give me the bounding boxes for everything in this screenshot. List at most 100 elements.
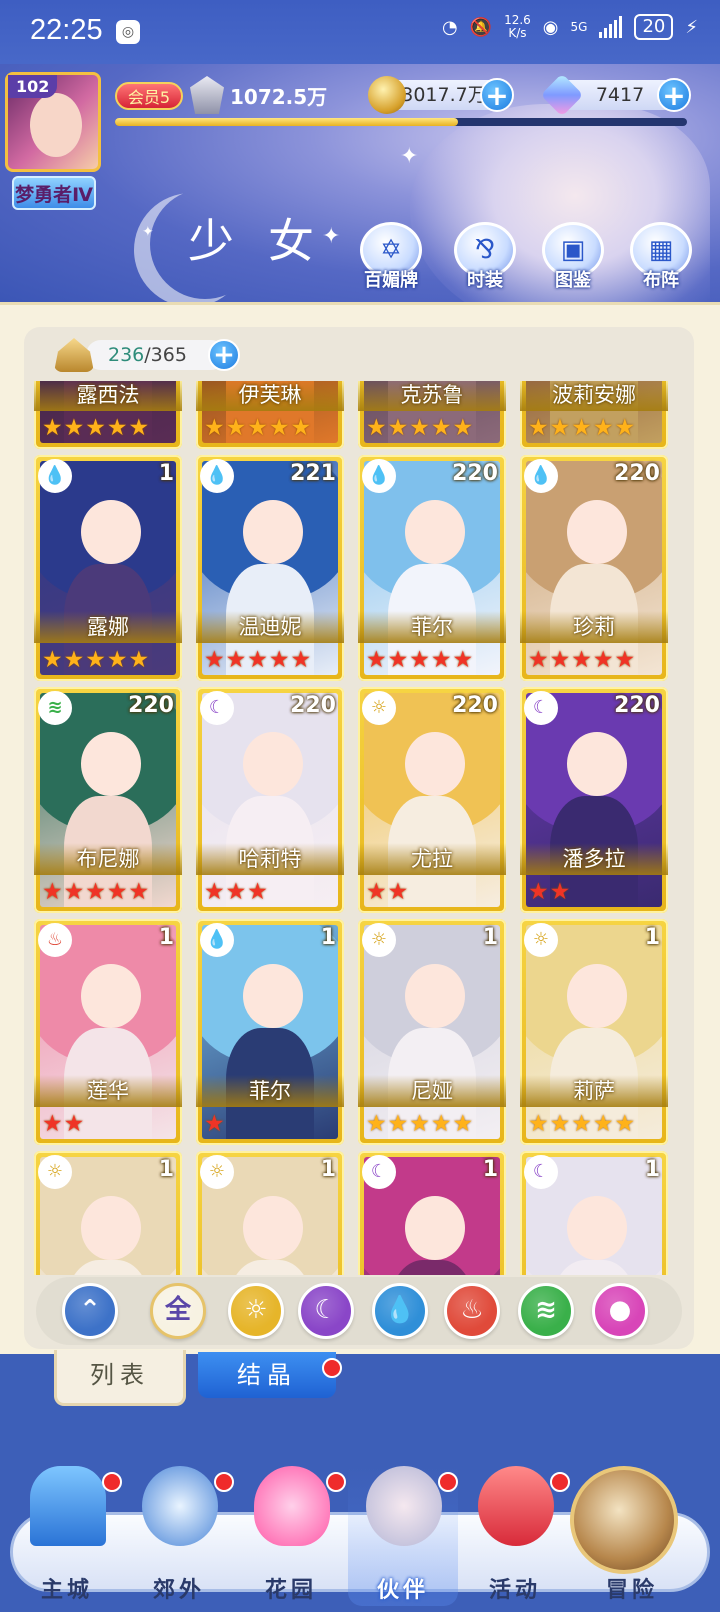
expand-capacity-button[interactable]: + [208,339,240,371]
partner-card[interactable]: ☾ 220 哈莉特 ★ ★ ★ [196,687,344,913]
charm-icon: ● [608,1295,632,1325]
quick-button-gallery[interactable]: ▣ 图鉴 [540,222,606,292]
portrait-face [80,1195,141,1260]
star-icon: ★ [268,647,290,673]
nav-item-5[interactable]: 冒险 [570,1466,682,1606]
partner-name: 莲华 [34,1075,182,1107]
star-icon: ★ [528,879,549,905]
hotspot-icon: ◉ [542,16,559,38]
partner-card[interactable]: 💧 220 珍莉 ★ ★ ★ ★ ★ [520,455,668,681]
filter-wind-button[interactable]: ≋ [518,1283,574,1339]
wind-element-icon: ≋ [38,691,72,725]
quick-button-outfit[interactable]: ⅋ 时装 [452,222,518,292]
partner-panel: 236/365 + 露西法 ★ ★ ★ ★ ★ 伊芙琳 ★ ★ ★ ★ ★ 克苏鲁 ★ ★ ★ ★ ★ 波莉安娜 ★ ★… [0,302,720,1354]
gold-value: 3017.7万 [401,84,487,106]
partner-card[interactable]: ☼ 1 [196,1151,344,1275]
filter-moon-button[interactable]: ☾ [298,1283,354,1339]
star-gate-icon [142,1466,218,1546]
partner-level: 220 [128,693,174,718]
partner-level: 220 [290,693,336,718]
nav-item-1[interactable]: 郊外 [124,1466,234,1606]
star-icon: ★ [366,647,387,673]
partner-name: 潘多拉 [520,843,668,875]
vip-badge[interactable]: 会员5 [115,82,183,110]
collection-count: 236/365 + [54,337,240,373]
star-icon: ★ [204,415,225,441]
partner-card[interactable]: ♨ 1 莲华 ★ ★ [34,919,182,1145]
battery-level: 20 [634,14,674,40]
filter-charm-button[interactable]: ● [592,1283,648,1339]
nav-item-4[interactable]: 活动 [460,1466,570,1606]
sun-element-icon: ☼ [362,923,396,957]
filter-wind-up-button[interactable]: ⌃ [62,1283,118,1339]
partner-card[interactable]: ☾ 1 [358,1151,506,1275]
star-icon: ★ [106,415,128,441]
quick-button-cards[interactable]: ✡ 百媚牌 [358,222,424,292]
partner-card[interactable]: ☼ 1 [34,1151,182,1275]
partner-card[interactable]: 克苏鲁 ★ ★ ★ ★ ★ [358,381,506,449]
star-icon: ★ [290,415,312,441]
player-avatar[interactable]: 102 [5,72,101,172]
partner-card[interactable]: ☼ 1 莉萨 ★ ★ ★ ★ ★ [520,919,668,1145]
star-icon: ★ [63,415,85,441]
portrait-face [80,731,141,796]
partner-card[interactable]: ≋ 220 布尼娜 ★ ★ ★ ★ ★ [34,687,182,913]
nav-item-2[interactable]: 花园 [236,1466,346,1606]
portrait-face [242,499,303,564]
partner-card[interactable]: ☼ 1 尼娅 ★ ★ ★ ★ ★ [358,919,506,1145]
partner-grid[interactable]: 露西法 ★ ★ ★ ★ ★ 伊芙琳 ★ ★ ★ ★ ★ 克苏鲁 ★ ★ ★ ★ ★ 波莉安娜 ★ ★ ★ ★ ★ 💧 1 露娜 ★ ★ ★… [34,381,690,1275]
star-icon: ★ [366,879,387,905]
portrait-face [242,731,303,796]
fire-element-icon: ♨ [38,923,72,957]
partner-level: 1 [482,925,498,950]
quick-button-formation[interactable]: ▦ 布阵 [628,222,694,292]
add-gem-button[interactable]: + [657,78,691,112]
star-icon: ★ [409,647,430,673]
power-value: 1072.5万 [230,84,328,109]
add-gold-button[interactable]: + [480,78,514,112]
moon-element-icon: ☾ [524,1155,558,1189]
tab-crystal[interactable]: 结晶 [198,1352,336,1398]
star-icon: ★ [549,879,571,905]
partner-card[interactable]: 💧 221 温迪妮 ★ ★ ★ ★ ★ [196,455,344,681]
partner-card[interactable]: ☾ 1 [520,1151,668,1275]
star-icon: ★ [290,647,312,673]
star-icon: ★ [247,647,268,673]
partner-name: 伊芙琳 [196,381,344,411]
star-icon: ★ [204,647,225,673]
partner-card[interactable]: 波莉安娜 ★ ★ ★ ★ ★ [520,381,668,449]
star-icon: ★ [85,879,106,905]
water-element-icon: 💧 [200,923,234,957]
partner-card[interactable]: ☼ 220 尤拉 ★ ★ [358,687,506,913]
partner-card[interactable]: 露西法 ★ ★ ★ ★ ★ [34,381,182,449]
star-rating: ★ ★ [42,1111,84,1137]
nav-item-3[interactable]: 伙伴 [348,1466,458,1606]
filter-fire-button[interactable]: ♨ [444,1283,500,1339]
partner-card[interactable]: 💧 220 菲尔 ★ ★ ★ ★ ★ [358,455,506,681]
notification-dot [102,1472,122,1492]
nav-label: 郊外 [152,1578,205,1603]
star-icon: ★ [571,647,592,673]
tab-list[interactable]: 列表 [54,1350,186,1406]
partner-card[interactable]: 💧 1 露娜 ★ ★ ★ ★ ★ [34,455,182,681]
star-rating: ★ ★ ★ ★ ★ [366,415,473,441]
filter-all-button[interactable]: 全 [150,1283,206,1339]
partner-card[interactable]: 💧 1 菲尔 ★ [196,919,344,1145]
star-icon: ★ [225,879,247,905]
star-icon: ★ [42,1111,63,1137]
nav-label: 冒险 [605,1578,658,1603]
nav-item-0[interactable]: 主城 [12,1466,122,1606]
partner-card[interactable]: ☾ 220 潘多拉 ★ ★ [520,687,668,913]
partner-name: 菲尔 [196,1075,344,1107]
partner-level: 1 [644,925,660,950]
moon-element-icon: ☾ [524,691,558,725]
rank-title[interactable]: 梦勇者Ⅳ [12,176,96,210]
player-level: 102 [8,75,58,98]
filter-sun-button[interactable]: ☼ [228,1283,284,1339]
partner-card[interactable]: 伊芙琳 ★ ★ ★ ★ ★ [196,381,344,449]
star-icon: ★ [430,647,452,673]
quick-button-label: 百媚牌 [364,270,418,291]
filter-water-button[interactable]: 💧 [372,1283,428,1339]
status-bar: 22:25 ◎ ◔ 🔕 12.6 K/s ◉ 5G 20 ⚡ [0,0,720,64]
nav-label: 活动 [488,1578,541,1603]
